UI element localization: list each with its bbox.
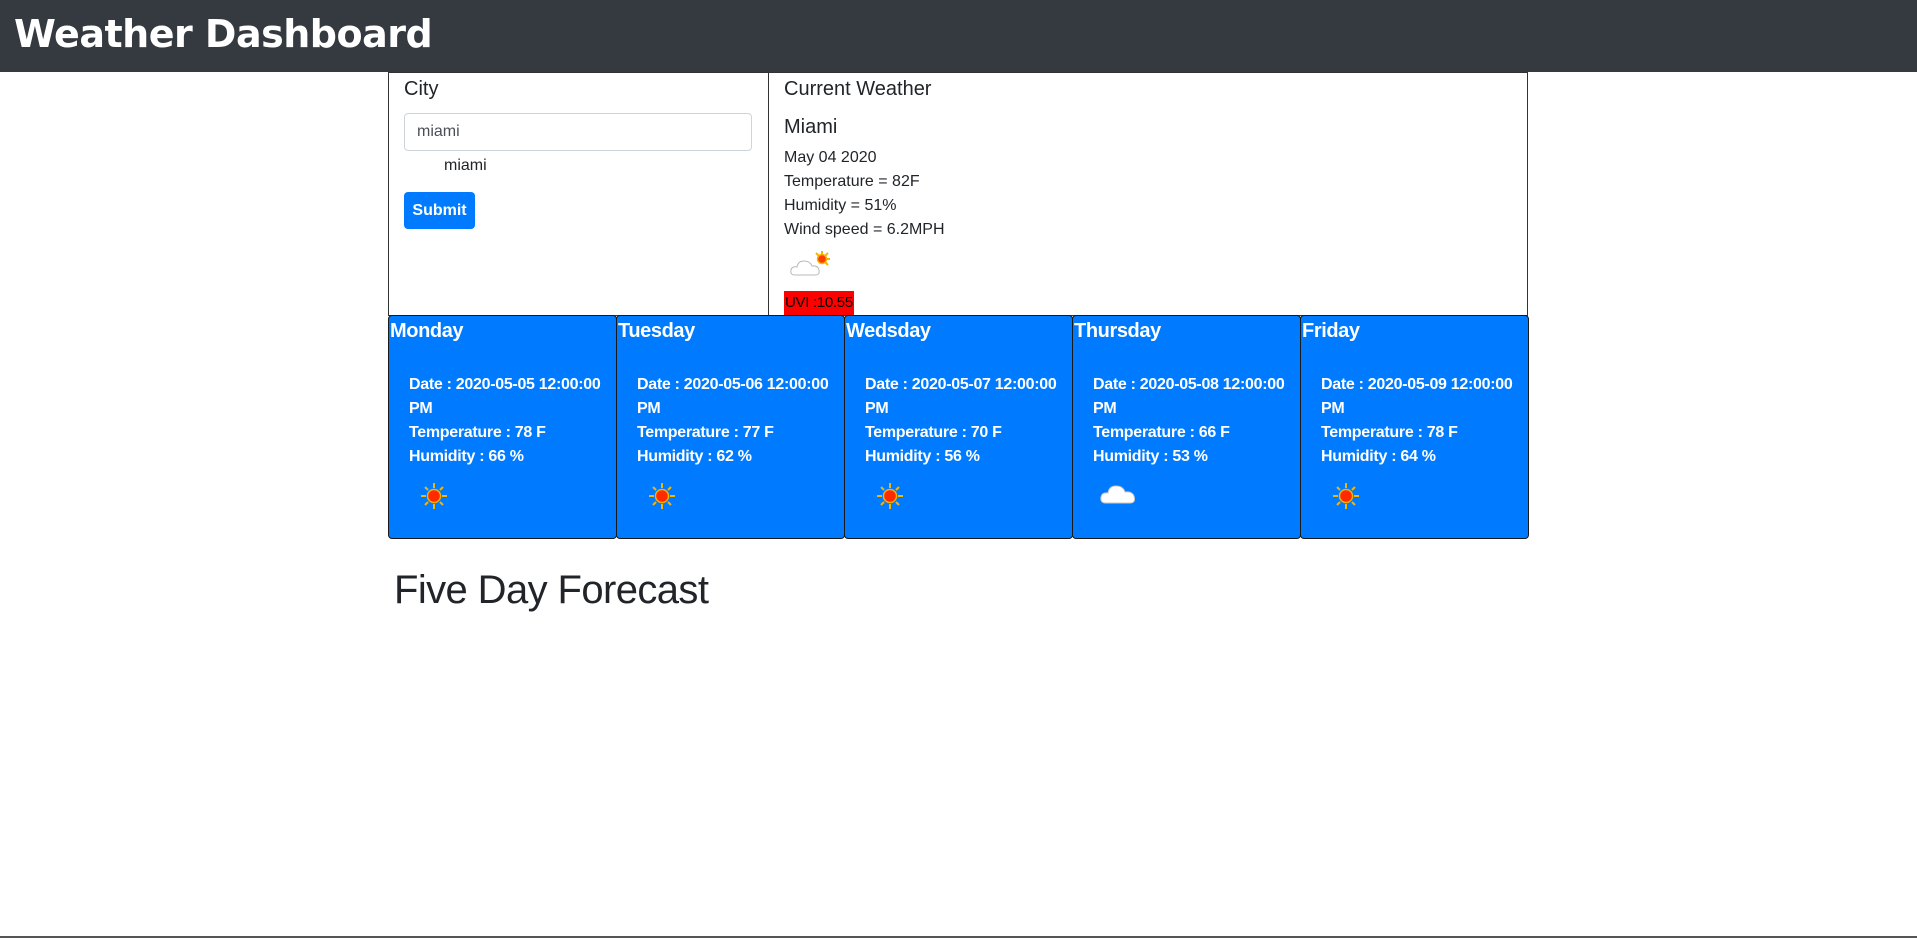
forecast-day: Friday xyxy=(1302,320,1360,342)
forecast-date: Date : 2020-05-05 12:00:00 PM xyxy=(409,376,601,417)
forecast-card-friday: Friday Date : 2020-05-09 12:00:00 PM Tem… xyxy=(1300,315,1529,539)
forecast-date: Date : 2020-05-09 12:00:00 PM xyxy=(1321,376,1513,417)
forecast-humidity: Humidity : 62 % xyxy=(637,448,752,465)
forecast-humidity: Humidity : 56 % xyxy=(865,448,980,465)
current-city: Miami xyxy=(784,116,838,138)
forecast-date: Date : 2020-05-07 12:00:00 PM xyxy=(865,376,1057,417)
forecast-humidity: Humidity : 53 % xyxy=(1093,448,1208,465)
forecast-temperature: Temperature : 70 F xyxy=(865,424,1002,441)
current-weather-panel: Current Weather Miami May 04 2020 Temper… xyxy=(768,72,1528,316)
city-search-panel: City miami Submit xyxy=(388,72,769,316)
forecast-date: Date : 2020-05-06 12:00:00 PM xyxy=(637,376,829,417)
forecast-card-monday: Monday Date : 2020-05-05 12:00:00 PM Tem… xyxy=(388,315,617,539)
forecast-day: Tuesday xyxy=(618,320,695,342)
forecast-card-tuesday: Tuesday Date : 2020-05-06 12:00:00 PM Te… xyxy=(616,315,845,539)
forecast-card-wednesday: Wedsday Date : 2020-05-07 12:00:00 PM Te… xyxy=(844,315,1073,539)
forecast-day: Wedsday xyxy=(846,320,931,342)
cloud-icon xyxy=(1100,485,1135,504)
forecast-temperature: Temperature : 66 F xyxy=(1093,424,1230,441)
sun-icon xyxy=(1333,483,1359,509)
sun-icon xyxy=(649,483,675,509)
forecast-temperature: Temperature : 78 F xyxy=(1321,424,1458,441)
current-temperature: Temperature = 82F xyxy=(784,173,920,190)
forecast-temperature: Temperature : 78 F xyxy=(409,424,546,441)
forecast-date: Date : 2020-05-08 12:00:00 PM xyxy=(1093,376,1285,417)
current-wind-speed: Wind speed = 6.2MPH xyxy=(784,221,945,238)
current-weather-title: Current Weather xyxy=(784,78,932,100)
current-humidity: Humidity = 51% xyxy=(784,197,897,214)
five-day-forecast-heading: Five Day Forecast xyxy=(394,568,709,612)
navbar: Weather Dashboard xyxy=(0,0,1917,72)
sun-icon xyxy=(421,483,447,509)
uv-index-badge: UVI :10.55 xyxy=(784,291,854,315)
search-history-item[interactable]: miami xyxy=(444,155,487,177)
city-input[interactable] xyxy=(404,113,752,151)
forecast-day: Thursday xyxy=(1074,320,1161,342)
forecast-humidity: Humidity : 64 % xyxy=(1321,448,1436,465)
forecast-humidity: Humidity : 66 % xyxy=(409,448,524,465)
forecast-card-thursday: Thursday Date : 2020-05-08 12:00:00 PM T… xyxy=(1072,315,1301,539)
submit-button[interactable]: Submit xyxy=(404,192,475,229)
city-label: City xyxy=(404,78,439,100)
current-date: May 04 2020 xyxy=(784,149,877,166)
sun-icon xyxy=(877,483,903,509)
app-title[interactable]: Weather Dashboard xyxy=(14,8,433,60)
forecast-temperature: Temperature : 77 F xyxy=(637,424,774,441)
cloud-sun-icon xyxy=(790,251,830,276)
forecast-day: Monday xyxy=(390,320,464,342)
